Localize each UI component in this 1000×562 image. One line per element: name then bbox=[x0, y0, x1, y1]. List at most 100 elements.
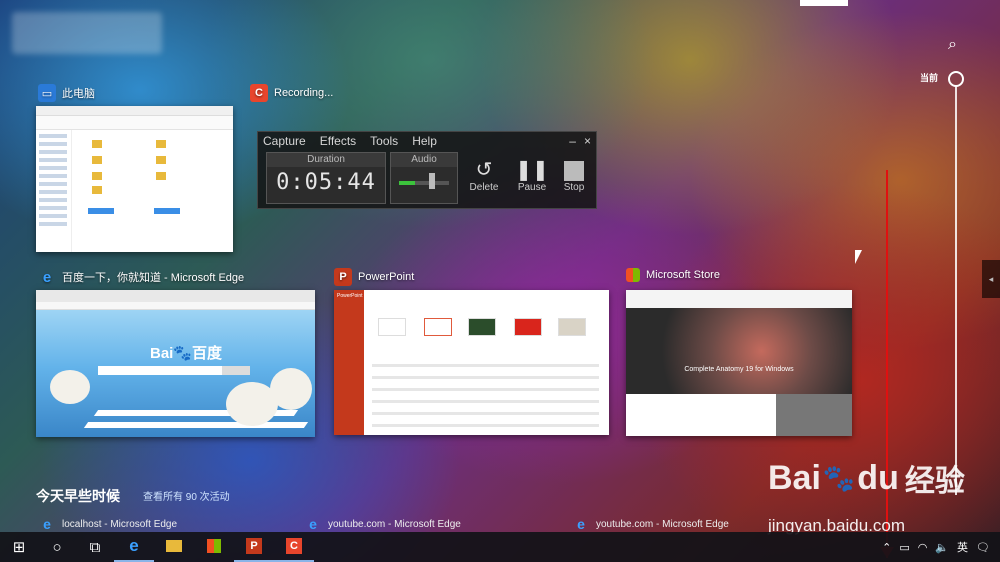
store-window-title[interactable]: Microsoft Store bbox=[626, 268, 720, 282]
minimize-icon[interactable]: – bbox=[569, 134, 576, 148]
powerpoint-thumbnail[interactable]: PowerPoint bbox=[334, 290, 609, 435]
timeline-current-label: 当前 bbox=[920, 73, 939, 83]
history-item[interactable]: e youtube.com - Microsoft Edge bbox=[572, 515, 729, 533]
recorder-widget[interactable]: Capture Effects Tools Help – × Duration … bbox=[257, 131, 597, 209]
audio-label: Audio bbox=[391, 153, 457, 167]
volume-icon[interactable]: 🔈 bbox=[935, 541, 949, 554]
recent-file-row bbox=[372, 412, 599, 415]
history-item-label: youtube.com - Microsoft Edge bbox=[328, 518, 461, 530]
taskbar: ⊞ ○ ⧉ e P C ⌃ ▭ ◠ 🔈 英 🗨 bbox=[0, 532, 1000, 562]
menu-effects[interactable]: Effects bbox=[320, 134, 356, 148]
template-card bbox=[378, 318, 406, 336]
template-card bbox=[558, 318, 586, 336]
explorer-window-title[interactable]: ▭ 此电脑 bbox=[38, 84, 95, 102]
computer-icon: ▭ bbox=[38, 84, 56, 102]
taskbar-store[interactable] bbox=[194, 532, 234, 562]
taskbar-edge[interactable]: e bbox=[114, 532, 154, 562]
watermark-brand: Bai bbox=[768, 458, 821, 497]
mouse-cursor-icon bbox=[855, 250, 862, 264]
sheep-illustration bbox=[270, 368, 312, 410]
see-all-activities-link[interactable]: 查看所有 90 次活动 bbox=[143, 488, 230, 503]
edge-thumbnail[interactable]: Bai🐾百度 bbox=[36, 290, 315, 437]
close-icon[interactable]: × bbox=[584, 134, 591, 148]
powerpoint-title-text: PowerPoint bbox=[358, 271, 415, 283]
recording-title-text: Recording... bbox=[274, 87, 334, 99]
explorer-ribbon bbox=[36, 106, 233, 116]
undo-icon: ↺ bbox=[475, 159, 493, 181]
duration-label: Duration bbox=[267, 153, 385, 167]
edge-icon: e bbox=[129, 536, 139, 555]
baidu-search-button[interactable] bbox=[222, 366, 250, 375]
delete-button[interactable]: ↺ Delete bbox=[464, 158, 504, 193]
audio-slider-handle[interactable] bbox=[429, 173, 435, 189]
top-strip bbox=[800, 0, 848, 6]
timeline-scrubber-track[interactable] bbox=[955, 85, 957, 495]
recent-file-row bbox=[372, 424, 599, 427]
store-title-text: Microsoft Store bbox=[646, 269, 720, 281]
recent-file-row bbox=[372, 364, 599, 367]
history-item[interactable]: e localhost - Microsoft Edge bbox=[38, 515, 177, 533]
edge-icon: e bbox=[42, 268, 52, 286]
history-item[interactable]: e youtube.com - Microsoft Edge bbox=[304, 515, 461, 533]
recorder-menu: Capture Effects Tools Help – × bbox=[258, 132, 596, 150]
chevron-left-icon[interactable]: ◂ bbox=[982, 260, 1000, 298]
recording-window-title[interactable]: C Recording... bbox=[250, 84, 333, 102]
template-card bbox=[424, 318, 452, 336]
store-hero-text: Complete Anatomy 19 for Windows bbox=[684, 366, 794, 373]
drive-bar bbox=[154, 208, 180, 214]
folder-icon bbox=[156, 156, 166, 164]
stop-button[interactable]: Stop bbox=[554, 158, 594, 193]
ime-indicator[interactable]: 英 bbox=[957, 539, 968, 555]
timeline-search-icon[interactable]: ⌕ bbox=[948, 36, 957, 54]
notification-icon[interactable]: 🗨 bbox=[976, 541, 990, 554]
powerpoint-icon: P bbox=[246, 538, 262, 554]
wifi-icon[interactable]: ◠ bbox=[918, 541, 928, 554]
duration-value: 0:05:44 bbox=[276, 170, 376, 195]
earlier-today-heading: 今天早些时候 bbox=[36, 488, 120, 504]
history-item-label: localhost - Microsoft Edge bbox=[62, 518, 178, 530]
task-view-button[interactable]: ⧉ bbox=[76, 532, 114, 562]
store-icon bbox=[626, 268, 640, 282]
paw-icon: 🐾 bbox=[173, 345, 193, 362]
explorer-thumbnail[interactable] bbox=[36, 106, 233, 252]
recent-file-row bbox=[372, 376, 599, 379]
menu-help[interactable]: Help bbox=[412, 134, 437, 148]
chevron-up-icon[interactable]: ⌃ bbox=[882, 541, 891, 554]
taskbar-explorer[interactable] bbox=[154, 532, 194, 562]
edge-icon: e bbox=[309, 516, 317, 532]
taskbar-powerpoint[interactable]: P bbox=[234, 532, 274, 562]
explorer-title-text: 此电脑 bbox=[62, 88, 95, 100]
folder-icon bbox=[92, 156, 102, 164]
cortana-search-button[interactable]: ○ bbox=[38, 532, 76, 562]
menu-tools[interactable]: Tools bbox=[370, 134, 398, 148]
watermark-cn: 经验 bbox=[904, 465, 965, 498]
template-card bbox=[514, 318, 542, 336]
sheep-illustration bbox=[50, 370, 90, 404]
store-promo-tile bbox=[776, 394, 852, 436]
pause-button[interactable]: ❚❚ Pause bbox=[512, 158, 552, 193]
delete-label: Delete bbox=[469, 182, 499, 193]
edge-window-title[interactable]: e 百度一下，你就知道 - Microsoft Edge bbox=[38, 268, 244, 286]
audio-level bbox=[399, 181, 415, 185]
display-icon[interactable]: ▭ bbox=[899, 541, 909, 554]
template-card bbox=[468, 318, 496, 336]
store-thumbnail[interactable]: Complete Anatomy 19 for Windows bbox=[626, 290, 852, 436]
camtasia-icon: C bbox=[286, 538, 302, 554]
folder-icon bbox=[92, 140, 102, 148]
powerpoint-window-title[interactable]: P PowerPoint bbox=[334, 268, 414, 286]
folder-icon bbox=[156, 172, 166, 180]
menu-capture[interactable]: Capture bbox=[263, 134, 306, 148]
edge-icon: e bbox=[43, 516, 51, 532]
stop-label: Stop bbox=[563, 182, 585, 193]
taskbar-camtasia[interactable]: C bbox=[274, 532, 314, 562]
camtasia-icon: C bbox=[250, 84, 268, 102]
crosswalk-stripe bbox=[83, 422, 309, 428]
paw-icon: 🐾 bbox=[822, 462, 856, 493]
system-tray: ⌃ ▭ ◠ 🔈 英 🗨 bbox=[882, 532, 1000, 562]
edge-address-bar bbox=[36, 302, 315, 310]
stop-icon bbox=[554, 158, 594, 182]
pause-icon: ❚❚ bbox=[515, 159, 549, 181]
blurred-region bbox=[12, 12, 162, 54]
start-button[interactable]: ⊞ bbox=[0, 532, 38, 562]
drive-bar bbox=[88, 208, 114, 214]
